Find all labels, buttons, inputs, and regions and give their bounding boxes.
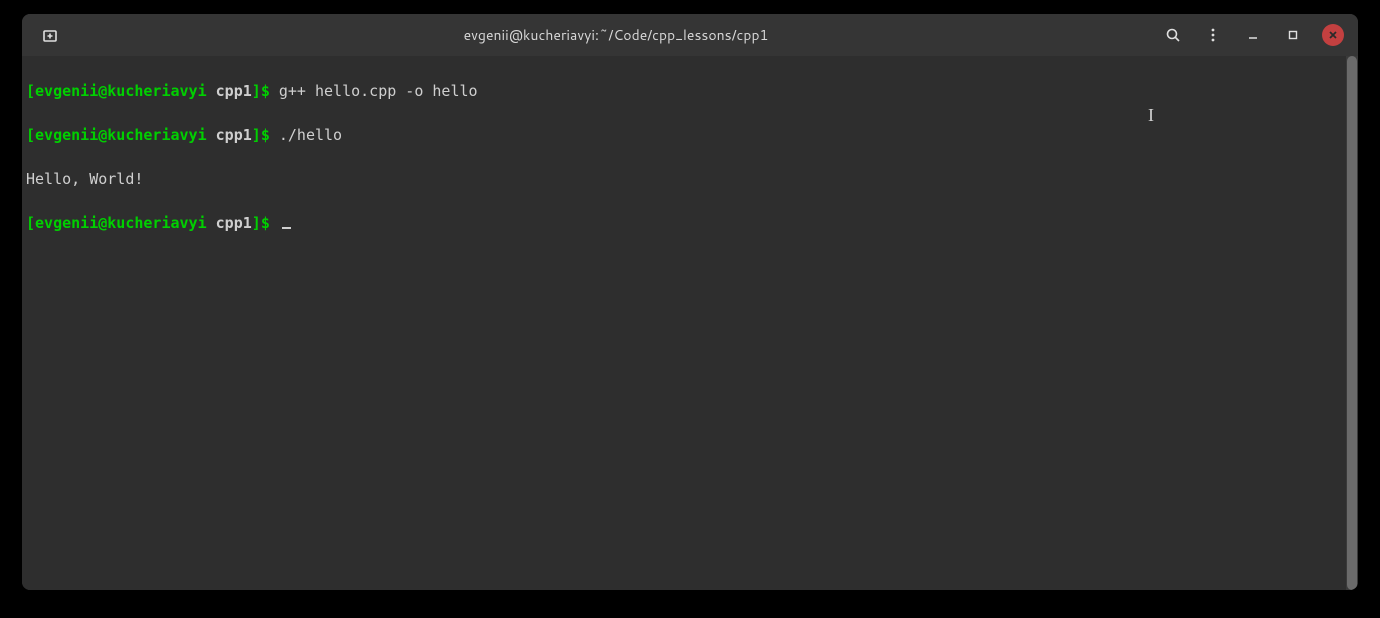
new-tab-icon[interactable] bbox=[39, 24, 61, 46]
maximize-button[interactable] bbox=[1282, 24, 1304, 46]
terminal-line: [evgenii@kucheriavyi cpp1]$ bbox=[26, 212, 1354, 234]
terminal-output: Hello, World! bbox=[26, 168, 1354, 190]
window-title: evgenii@kucheriavyi:~/Code/cpp_lessons/c… bbox=[74, 25, 1158, 45]
terminal-line: [evgenii@kucheriavyi cpp1]$ g++ hello.cp… bbox=[26, 80, 1354, 102]
terminal-window: evgenii@kucheriavyi:~/Code/cpp_lessons/c… bbox=[22, 14, 1358, 590]
menu-icon[interactable] bbox=[1202, 24, 1224, 46]
minimize-button[interactable] bbox=[1242, 24, 1264, 46]
scrollbar[interactable] bbox=[1346, 56, 1358, 590]
scrollbar-thumb[interactable] bbox=[1347, 56, 1357, 590]
search-icon[interactable] bbox=[1162, 24, 1184, 46]
terminal-body[interactable]: [evgenii@kucheriavyi cpp1]$ g++ hello.cp… bbox=[22, 56, 1358, 590]
close-button[interactable] bbox=[1322, 24, 1344, 46]
titlebar: evgenii@kucheriavyi:~/Code/cpp_lessons/c… bbox=[22, 14, 1358, 56]
mouse-ibeam-cursor: I bbox=[1148, 104, 1154, 126]
text-cursor bbox=[282, 227, 291, 229]
terminal-line: [evgenii@kucheriavyi cpp1]$ ./hello bbox=[26, 124, 1354, 146]
